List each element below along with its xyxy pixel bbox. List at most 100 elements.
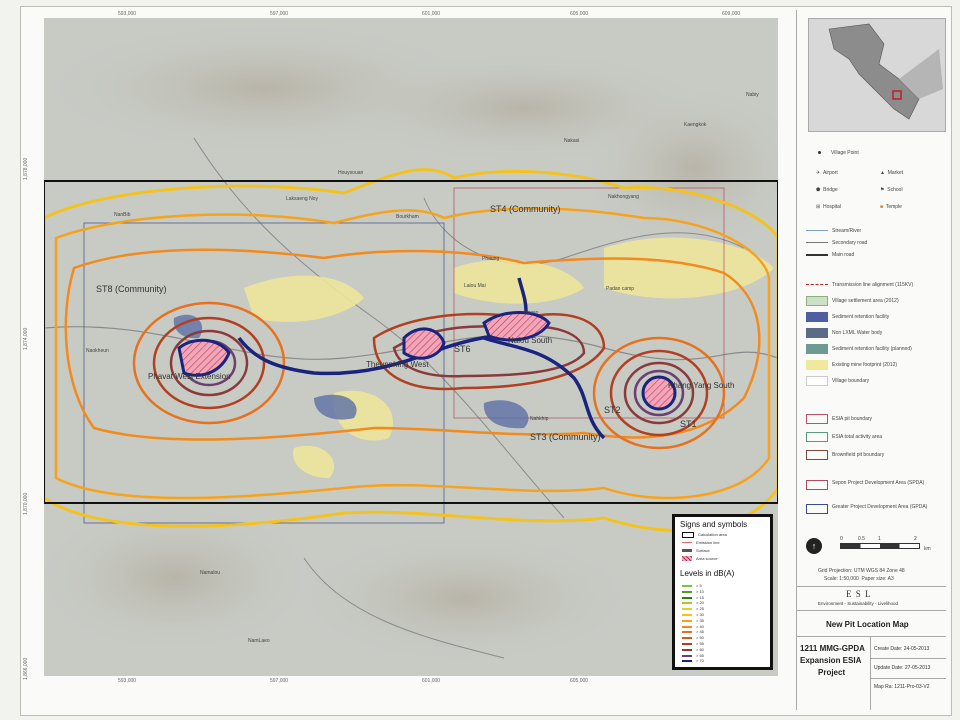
legend-levels-title: Levels in dB(A)	[680, 569, 735, 578]
legend-level-label: > 10	[696, 588, 704, 594]
label-nalou: Nalou South	[508, 336, 553, 345]
project-line-3: Project	[818, 668, 846, 677]
legend-level-swatch	[682, 590, 692, 593]
legend-sign-surface: Surface	[682, 548, 710, 553]
project-line-2: Expansion ESIA	[800, 656, 862, 665]
swatch-esia-pit	[806, 414, 828, 424]
legend-level-row: > 70	[682, 658, 704, 663]
legend-level-label: > 20	[696, 600, 704, 606]
legend-level-row: > 15	[682, 595, 704, 600]
legend-level-row: > 10	[682, 589, 704, 594]
legend-level-swatch	[682, 596, 692, 599]
bridge-icon: ⬟	[816, 187, 821, 193]
key-bridge-label: Bridge	[823, 187, 838, 193]
legend-level-label: > 30	[696, 612, 704, 617]
update-date: Update Date: 27-05-2013	[874, 665, 931, 671]
label-thengkhong: Theunphing West	[366, 360, 429, 369]
key-village-boundary-label: Village boundary	[832, 378, 870, 384]
scale-tick-05: 0.5	[858, 536, 865, 542]
terrain-ridge	[284, 528, 644, 668]
label-nahkhip: Nahkhip	[530, 416, 549, 422]
legend-level-label: > 25	[696, 606, 704, 612]
label-nakhongyang: Nakhongyang	[608, 194, 639, 200]
legend-level-row: > 50	[682, 635, 704, 640]
create-date: Create Date: 24-05-2013	[874, 646, 930, 652]
map-graphics	[44, 18, 778, 676]
scale-tick-0: 0	[840, 536, 843, 542]
swatch-sediment	[806, 312, 828, 322]
label-naokheun: Naokheun	[86, 348, 109, 354]
legend-level-row: > 65	[682, 653, 704, 658]
temple-icon: ■	[880, 204, 884, 210]
scale-value: 1:50,000	[839, 576, 859, 582]
scale-tick-2: 2	[914, 536, 917, 542]
swatch-esia-total	[806, 432, 828, 442]
key-esia-total-label: ESIA total activity area	[832, 434, 883, 440]
key-school-label: School	[887, 187, 903, 193]
map-canvas[interactable]: ST8 (Community) ST4 (Community) ST3 (Com…	[44, 18, 778, 676]
divider	[796, 586, 946, 587]
label-nonso: Nonso	[524, 310, 539, 316]
label-st4: ST4 (Community)	[490, 204, 561, 214]
key-temple-label: Temple	[885, 204, 902, 210]
legend-level-swatch	[682, 602, 692, 605]
label-namlaeo: NamLaeo	[248, 638, 270, 644]
legend-level-swatch	[682, 637, 692, 640]
legend-sign-emission-label: Emission line	[696, 540, 720, 545]
area-source-thengkhong	[402, 327, 446, 360]
key-gpda-label: Greater Project Development Area (GPDA)	[832, 504, 928, 510]
legend-sign-emission: Emission line	[682, 540, 720, 545]
key-settlement-label: Village settlement area (2012)	[832, 298, 899, 304]
key-market: ▲ Market	[880, 170, 903, 176]
key-main-road: Main road	[806, 252, 854, 258]
legend-level-label: > 65	[696, 652, 704, 658]
label-phaung: Phaung	[482, 256, 500, 262]
scale-bar	[840, 543, 920, 549]
swatch-gpda	[806, 504, 828, 514]
label-nakasi: Nakasi	[564, 138, 580, 144]
scale-unit: km	[924, 546, 931, 552]
tick-left-4: 1,866,000	[23, 657, 29, 680]
tick-top-4: 605,000	[570, 11, 589, 17]
label-khangyang: Khang Yang South	[668, 381, 735, 390]
map-title: New Pit Location Map	[826, 620, 909, 629]
key-existing-mine-label: Existing mine footprint (2012)	[832, 362, 898, 368]
map-ref: Map Ra: 1211-Pro-03-V2	[874, 684, 930, 690]
legend-level-row: > 55	[682, 641, 704, 646]
noise-legend: Signs and symbols Calculation area Emiss…	[672, 514, 773, 670]
label-kaengkok: Kaengkok	[684, 122, 707, 128]
legend-level-swatch	[682, 625, 692, 628]
scale-tick-1: 1	[878, 536, 881, 542]
company-tagline: Environment - Sustainability - Livelihoo…	[818, 601, 899, 606]
key-hospital-label: Hospital	[822, 204, 842, 210]
legend-level-label: > 50	[696, 635, 704, 641]
legend-level-label: > 15	[696, 594, 704, 600]
label-padan: Padan camp	[606, 286, 635, 292]
key-bridge: ⬟ Bridge	[816, 187, 838, 193]
paper-size: Paper size: A3	[861, 576, 894, 582]
key-secondary-road: Secondary road	[806, 240, 867, 246]
legend-level-swatch	[682, 613, 692, 616]
swatch-existing-mine	[806, 360, 828, 370]
key-sediment-label: Sediment retention facility	[832, 314, 890, 320]
key-village-point-label: Village Point	[831, 150, 859, 156]
key-village-point: Village Point	[818, 150, 859, 156]
legend-level-label: > 60	[696, 646, 704, 652]
legend-level-swatch	[682, 648, 692, 651]
legend-level-row: > 30	[682, 612, 704, 617]
legend-sign-area: Area source	[682, 556, 718, 562]
label-st6: ST6	[454, 344, 471, 354]
airport-icon: ✈	[816, 170, 821, 176]
tick-left-2: 1,874,000	[23, 327, 29, 350]
legend-level-row: > 40	[682, 624, 704, 629]
divider	[870, 636, 871, 710]
tick-top-3: 601,000	[422, 11, 441, 17]
hospital-icon: ⊞	[816, 204, 821, 210]
label-nabiy: Nabiy	[746, 92, 759, 98]
key-esia-pit-label: ESIA pit boundary	[832, 416, 873, 422]
tick-bottom-4: 605,000	[570, 678, 589, 684]
legend-level-label: > 55	[696, 641, 704, 646]
legend-level-row: > 60	[682, 647, 704, 652]
label-laksaeng: Laksaeng Noy	[286, 196, 318, 202]
label-st8: ST8 (Community)	[96, 284, 167, 294]
